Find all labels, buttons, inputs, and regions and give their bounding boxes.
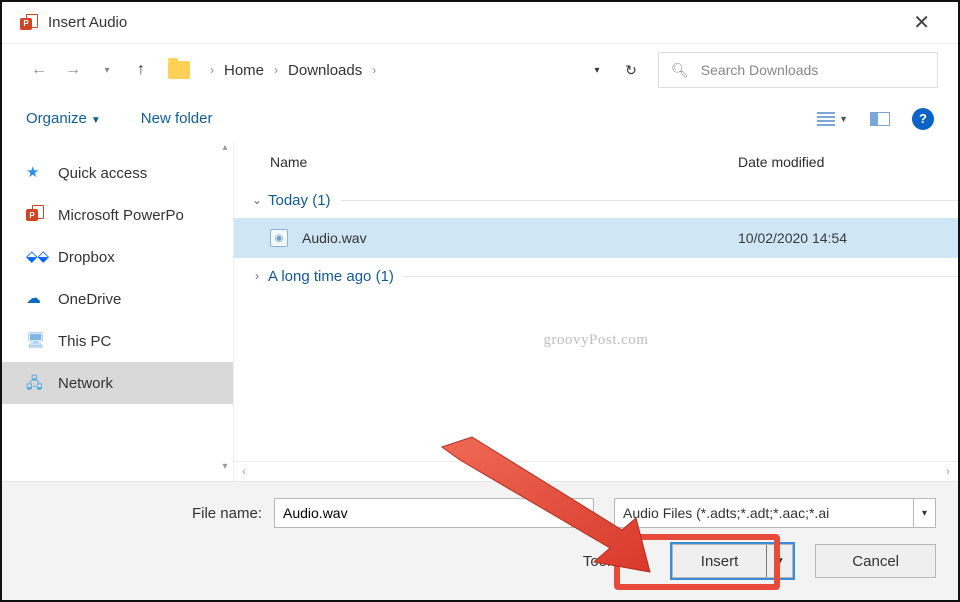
dialog-title: Insert Audio — [48, 14, 127, 31]
cancel-button[interactable]: Cancel — [815, 544, 936, 578]
nav-bar: ← → ▾ ↑ › Home › Downloads › ▾ ↻ 🔍︎ Sear… — [2, 44, 958, 96]
folder-icon — [168, 61, 190, 79]
sidebar-item-onedrive[interactable]: ☁ OneDrive — [2, 278, 233, 320]
filename-label: File name: — [24, 505, 274, 522]
scroll-down-icon[interactable]: ▾ — [222, 461, 227, 472]
column-name[interactable]: Name — [270, 154, 738, 170]
network-icon: 🖧 — [26, 373, 46, 393]
up-button[interactable]: ↑ — [124, 53, 158, 87]
search-input[interactable]: 🔍︎ Search Downloads — [658, 52, 938, 88]
dropbox-icon: ⬙⬙ — [26, 247, 46, 267]
filetype-dropdown[interactable]: ▾ — [914, 498, 936, 528]
scroll-right-icon[interactable]: › — [938, 466, 958, 478]
search-icon: 🔍︎ — [671, 62, 689, 79]
chevron-right-icon: › — [246, 269, 268, 283]
chevron-right-icon: › — [210, 63, 214, 77]
audio-file-icon: ◉ — [270, 229, 288, 247]
forward-button[interactable]: → — [56, 53, 90, 87]
preview-pane-button[interactable] — [870, 112, 890, 126]
filename-input[interactable] — [274, 498, 572, 528]
file-date: 10/02/2020 14:54 — [738, 230, 958, 246]
column-headers[interactable]: Name Date modified — [234, 142, 958, 182]
sidebar-item-powerpoint[interactable]: P Microsoft PowerPo — [2, 194, 233, 236]
path-dropdown[interactable]: ▾ — [580, 53, 614, 87]
filename-dropdown[interactable]: ▾ — [572, 498, 594, 528]
group-today[interactable]: ⌄ Today (1) — [234, 182, 958, 218]
sidebar-item-this-pc[interactable]: 🖥 This PC — [2, 320, 233, 362]
chevron-right-icon: › — [274, 63, 278, 77]
star-icon: ★ — [26, 163, 46, 183]
chevron-right-icon: › — [372, 63, 376, 77]
file-list: Name Date modified ⌄ Today (1) ◉ Audio.w… — [234, 142, 958, 481]
list-view-icon — [817, 112, 835, 126]
file-name: Audio.wav — [302, 230, 738, 246]
insert-audio-dialog: P Insert Audio ✕ ← → ▾ ↑ › Home › Downlo… — [0, 0, 960, 602]
close-button[interactable]: ✕ — [903, 6, 940, 39]
scroll-left-icon[interactable]: ‹ — [234, 466, 254, 478]
help-button[interactable]: ? — [912, 108, 934, 130]
powerpoint-icon: P — [26, 205, 46, 225]
watermark: groovyPost.com — [544, 332, 649, 349]
title-bar: P Insert Audio ✕ — [2, 2, 958, 44]
recent-dropdown[interactable]: ▾ — [90, 53, 124, 87]
sidebar-item-quick-access[interactable]: ★ Quick access — [2, 152, 233, 194]
view-mode-button[interactable]: ▼ — [817, 112, 848, 126]
refresh-button[interactable]: ↻ — [614, 53, 648, 87]
pc-icon: 🖥 — [26, 331, 46, 351]
column-date[interactable]: Date modified — [738, 154, 958, 170]
breadcrumb-home[interactable]: Home — [224, 62, 264, 79]
bottom-panel: File name: ▾ Audio Files (*.adts;*.adt;*… — [2, 481, 958, 600]
group-old[interactable]: › A long time ago (1) — [234, 258, 958, 294]
toolbar: Organize▼ New folder ▼ ? — [2, 96, 958, 142]
organize-menu[interactable]: Organize▼ — [26, 110, 101, 127]
chevron-down-icon: ⌄ — [246, 193, 268, 207]
sidebar-item-network[interactable]: 🖧 Network — [2, 362, 233, 404]
scroll-up-icon[interactable]: ▴ — [222, 142, 227, 153]
sidebar: ▴ ★ Quick access P Microsoft PowerPo ⬙⬙ … — [2, 142, 234, 481]
insert-button[interactable]: Insert ▼ — [672, 544, 794, 578]
new-folder-button[interactable]: New folder — [141, 110, 213, 127]
breadcrumb[interactable]: › Home › Downloads › — [200, 62, 386, 79]
breadcrumb-downloads[interactable]: Downloads — [288, 62, 362, 79]
filetype-filter[interactable]: Audio Files (*.adts;*.adt;*.aac;*.ai — [614, 498, 914, 528]
horizontal-scrollbar[interactable]: ‹ › — [234, 461, 958, 481]
dialog-body: ▴ ★ Quick access P Microsoft PowerPo ⬙⬙ … — [2, 142, 958, 481]
search-placeholder: Search Downloads — [701, 62, 819, 78]
insert-dropdown[interactable]: ▼ — [766, 545, 792, 577]
sidebar-item-dropbox[interactable]: ⬙⬙ Dropbox — [2, 236, 233, 278]
cloud-icon: ☁ — [26, 289, 46, 309]
tools-menu[interactable]: Tools▼ — [583, 553, 634, 570]
file-row-audio[interactable]: ◉ Audio.wav 10/02/2020 14:54 — [234, 218, 958, 258]
powerpoint-icon: P — [20, 14, 38, 32]
back-button[interactable]: ← — [22, 53, 56, 87]
